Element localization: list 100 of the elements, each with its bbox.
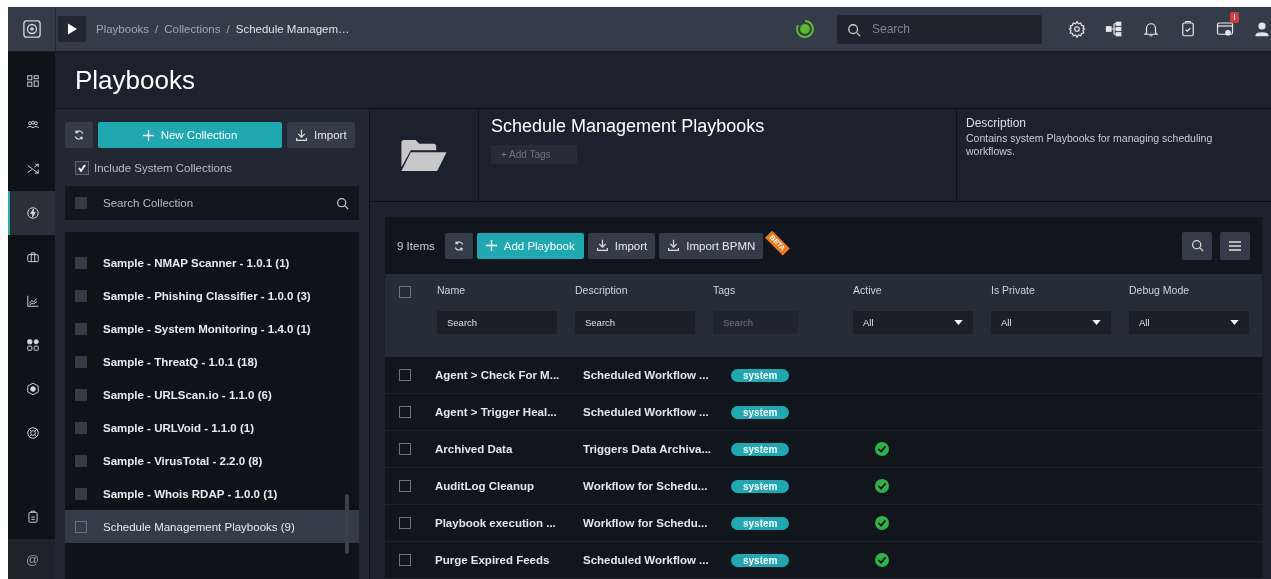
collection-item[interactable]: Sample - NMAP Scanner - 1.0.1 (1): [65, 246, 359, 279]
collection-checkbox[interactable]: [75, 256, 87, 269]
shuffle-icon: [25, 162, 40, 176]
filter-field[interactable]: Search: [575, 311, 695, 334]
collection-item[interactable]: Sample - Whois RDAP - 1.0.0 (1): [65, 477, 359, 510]
refresh-icon: [73, 129, 85, 141]
page-title: Playbooks: [75, 64, 195, 96]
breadcrumb-link[interactable]: Playbooks: [96, 23, 150, 35]
item-count: 9 Items: [397, 239, 435, 252]
collection-item[interactable]: Schedule Management Playbooks (9): [65, 510, 359, 543]
row-checkbox[interactable]: [399, 369, 411, 381]
bolt-icon: [25, 206, 40, 220]
description-label: Description: [966, 116, 1028, 130]
collection-checkbox[interactable]: [75, 454, 87, 467]
import-button[interactable]: Import: [287, 122, 355, 148]
row-checkbox[interactable]: [399, 443, 411, 455]
at-sign-icon[interactable]: @: [25, 551, 40, 567]
scrollbar[interactable]: [345, 494, 349, 554]
search-collection-field[interactable]: Search Collection: [65, 186, 359, 220]
collection-item[interactable]: Sample - System Monitoring - 1.4.0 (1): [65, 312, 359, 345]
settings-icon[interactable]: [1068, 20, 1086, 38]
refresh-icon: [452, 239, 465, 252]
row-checkbox[interactable]: [399, 517, 411, 529]
clipboard-check-icon[interactable]: [1179, 20, 1197, 38]
collection-checkbox[interactable]: [75, 322, 87, 335]
select-all-checkbox[interactable]: [75, 197, 87, 209]
breadcrumb-link[interactable]: Collections: [164, 23, 221, 35]
include-system-checkbox[interactable]: [75, 161, 89, 175]
tag: system: [731, 516, 790, 530]
collection-item[interactable]: Sample - ThreatQ - 1.0.1 (18): [65, 345, 359, 378]
description-text: Contains system Playbooks for managing scheduling workflows.: [966, 132, 1214, 158]
nav-item[interactable]: [8, 191, 55, 235]
caret-icon: [954, 320, 963, 325]
plus-icon: [485, 240, 497, 251]
expand-button[interactable]: [58, 16, 86, 42]
collection-checkbox[interactable]: [75, 388, 87, 401]
download-icon: [595, 239, 609, 252]
row-checkbox[interactable]: [399, 480, 411, 492]
import-bpmn-button[interactable]: Import BPMN: [659, 232, 764, 259]
caret-icon: [1230, 320, 1239, 325]
column-header[interactable]: Tags: [713, 284, 839, 296]
column-header[interactable]: Debug Mode: [1129, 284, 1253, 296]
hierarchy-icon[interactable]: [1105, 20, 1123, 38]
table-cell-text: Triggers Data Archiva...: [582, 443, 713, 455]
user-icon[interactable]: [1253, 20, 1271, 38]
status-icon[interactable]: [795, 19, 815, 39]
table-cell-text: Workflow for Schedu...: [582, 517, 709, 529]
tag: system: [731, 405, 790, 419]
column-header[interactable]: Active: [853, 284, 977, 296]
filter-dropdown[interactable]: All: [1129, 311, 1249, 334]
refresh-button[interactable]: [65, 122, 93, 148]
collection-item[interactable]: Sample - URLVoid - 1.1.0 (1): [65, 411, 359, 444]
row-checkbox[interactable]: [399, 406, 411, 418]
collection-checkbox[interactable]: [75, 289, 87, 302]
search-icon: [1190, 239, 1204, 252]
row-checkbox[interactable]: [399, 554, 411, 566]
table-cell-text: Scheduled Workflow ...: [582, 406, 710, 418]
tag: system: [731, 553, 790, 567]
grid-icon: [25, 74, 40, 88]
select-all-checkbox[interactable]: [399, 286, 411, 298]
collection-title: Schedule Management Playbooks: [491, 116, 766, 137]
table-cell-text: Agent > Trigger Heal...: [434, 406, 558, 418]
column-header[interactable]: Description: [575, 284, 701, 296]
collection-checkbox[interactable]: [75, 421, 87, 434]
menu-button[interactable]: [1220, 231, 1250, 260]
alert-badge: !: [1230, 12, 1239, 23]
search-icon: [847, 22, 861, 37]
download-icon: [295, 128, 308, 142]
tag: system: [731, 442, 790, 456]
breadcrumb-separator: /: [155, 23, 159, 35]
table-cell-text: Workflow for Schedu...: [582, 480, 709, 492]
collection-checkbox[interactable]: [75, 355, 87, 368]
tag: system: [731, 479, 790, 493]
collection-checkbox[interactable]: [75, 520, 87, 533]
filter-field[interactable]: Search: [437, 311, 557, 334]
table-cell-text: Scheduled Workflow ...: [582, 369, 710, 381]
search-field[interactable]: Search: [837, 14, 1042, 44]
breadcrumb-separator: /: [226, 23, 230, 35]
logo-icon[interactable]: [22, 20, 41, 38]
collection-item[interactable]: Sample - Phishing Classifier - 1.0.0 (3): [65, 279, 359, 312]
filter-dropdown[interactable]: All: [853, 311, 973, 334]
lifebuoy-icon: [25, 426, 40, 440]
table-cell-text: Scheduled Workflow ...: [582, 554, 710, 566]
clipboard-icon[interactable]: [25, 510, 40, 524]
collection-checkbox[interactable]: [75, 487, 87, 500]
collection-item[interactable]: Sample - URLScan.io - 1.1.0 (6): [65, 378, 359, 411]
notification-bell-icon[interactable]: [1142, 20, 1160, 38]
column-header[interactable]: Name: [437, 284, 563, 296]
window-gear-icon[interactable]: [1216, 20, 1234, 38]
hexagon-icon: [25, 382, 40, 396]
table-cell-text: Purge Expired Feeds: [434, 554, 551, 566]
collection-item[interactable]: Sample - VirusTotal - 2.2.0 (8): [65, 444, 359, 477]
filter-dropdown[interactable]: All: [991, 311, 1111, 334]
column-header[interactable]: Is Private: [991, 284, 1115, 296]
import-button[interactable]: Import: [587, 232, 656, 259]
checkbox-label: Include System Collections: [94, 162, 233, 174]
refresh-button[interactable]: [444, 232, 473, 259]
table-cell-text: Agent > Check For M...: [434, 369, 561, 381]
table-cell-text: Archived Data: [434, 443, 514, 455]
search-button[interactable]: [1182, 231, 1212, 260]
